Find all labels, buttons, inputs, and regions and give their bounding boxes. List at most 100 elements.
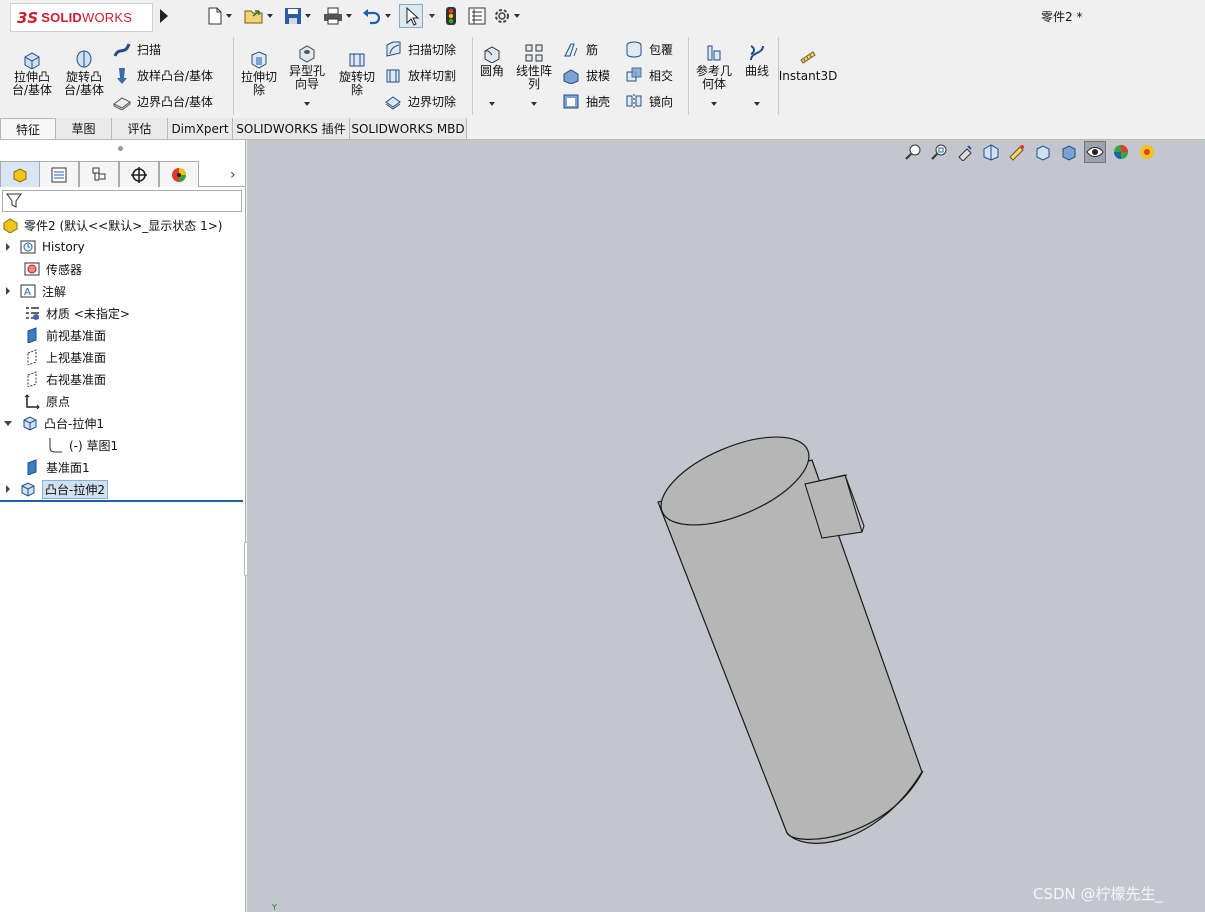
ribbon-separator (233, 37, 234, 115)
rollback-bar[interactable] (0, 500, 243, 502)
tab-features[interactable]: 特征 (0, 118, 56, 139)
mirror-icon (626, 94, 642, 109)
hole-wizard-button[interactable]: 异型孔向导 (286, 43, 328, 91)
expand-arrow-icon (6, 287, 10, 295)
fillet-dropdown[interactable] (489, 102, 495, 106)
tree-root-part[interactable]: 零件2 (默认<<默认>_显示状态 1>) (2, 214, 222, 236)
reference-geometry-dropdown[interactable] (711, 102, 717, 106)
select-dropdown[interactable] (426, 5, 435, 27)
tree-item-boss-extrude2[interactable]: 凸台-拉伸2 (6, 478, 108, 500)
tab-sketch[interactable]: 草图 (56, 118, 112, 139)
draft-button[interactable]: 拔模 (562, 64, 610, 86)
rib-button[interactable]: 筋 (562, 38, 598, 60)
ribbon-separator (688, 37, 689, 115)
save-button[interactable] (284, 5, 311, 27)
sketch-icon (49, 438, 62, 453)
reference-geometry-button[interactable]: 参考几何体 (694, 43, 734, 91)
expand-arrow-icon (6, 485, 10, 493)
tab-addins[interactable]: SOLIDWORKS 插件 (233, 118, 350, 139)
model-canvas (649, 419, 924, 844)
tree-item-history[interactable]: History (6, 236, 85, 258)
loft-cut-button[interactable]: 放样切割 (384, 64, 456, 86)
boundary-cut-icon (385, 96, 401, 110)
plane-outline-icon (27, 371, 37, 387)
configuration-manager-tab[interactable] (79, 161, 119, 187)
command-manager-tabs: 特征 草图 评估 DimXpert SOLIDWORKS 插件 SOLIDWOR… (0, 117, 1205, 140)
extrude-boss-button[interactable]: 拉伸凸台/基体 (10, 49, 54, 97)
file-properties-button[interactable] (468, 5, 486, 27)
sweep-button[interactable]: 扫描 (113, 38, 161, 60)
graphics-viewport[interactable]: Y CSDN @柠檬先生_ (247, 140, 1205, 912)
curves-dropdown[interactable] (754, 102, 760, 106)
open-button[interactable] (244, 5, 273, 27)
new-document-button[interactable] (207, 5, 232, 27)
linear-pattern-button[interactable]: 线性阵列 (514, 43, 554, 91)
instant3d-button[interactable]: Instant3D (779, 48, 837, 83)
title-bar: 3S SOLIDWORKS 零件2 * (0, 0, 1205, 33)
origin-icon (24, 394, 40, 409)
dimxpert-manager-tab[interactable] (119, 161, 159, 187)
loft-boss-button[interactable]: 放样凸台/基体 (113, 64, 213, 86)
draft-icon (563, 69, 579, 84)
sweep-cut-icon (386, 41, 401, 57)
tree-item-plane1[interactable]: 基准面1 (24, 456, 90, 478)
shell-icon (563, 94, 579, 109)
print-button[interactable] (323, 5, 352, 27)
logo-wordmark: SOLIDWORKS (41, 10, 133, 25)
select-tool-button[interactable] (399, 4, 423, 28)
revolve-cut-icon (349, 53, 365, 67)
crosshair-icon (131, 166, 147, 183)
mirror-button[interactable]: 镜向 (625, 90, 673, 112)
revolve-boss-button[interactable]: 旋转凸台/基体 (62, 49, 106, 97)
panel-tabs: › (0, 161, 246, 187)
tree-item-origin[interactable]: 原点 (24, 390, 70, 412)
intersect-button[interactable]: 相交 (625, 64, 673, 86)
curves-button[interactable]: 曲线 (742, 43, 772, 78)
undo-button[interactable] (362, 5, 391, 27)
boundary-boss-button[interactable]: 边界凸台/基体 (113, 90, 213, 112)
rib-icon (564, 43, 578, 57)
plane-icon (27, 459, 37, 475)
expand-menu-arrow-icon[interactable] (160, 9, 168, 23)
boundary-cut-button[interactable]: 边界切除 (384, 90, 456, 112)
extrude-boss-icon (24, 52, 40, 69)
rebuild-button[interactable] (444, 5, 458, 27)
history-icon (20, 240, 36, 254)
panel-grip-handle[interactable] (118, 146, 123, 151)
tree-item-material[interactable]: 材质 <未指定> (24, 302, 130, 324)
shell-button[interactable]: 抽壳 (562, 90, 610, 112)
collapse-arrow-icon (4, 420, 12, 426)
tree-item-annotations[interactable]: A 注解 (6, 280, 66, 302)
wrap-button[interactable]: 包覆 (625, 38, 673, 60)
new-document-icon (208, 7, 222, 25)
tree-item-top-plane[interactable]: 上视基准面 (24, 346, 106, 368)
loft-boss-icon (117, 68, 127, 84)
extrude-cut-button[interactable]: 拉伸切除 (238, 49, 280, 97)
options-button[interactable] (493, 5, 520, 27)
tree-item-right-plane[interactable]: 右视基准面 (24, 368, 106, 390)
fillet-button[interactable]: 圆角 (477, 43, 507, 78)
linear-pattern-dropdown[interactable] (531, 102, 537, 106)
tree-item-sensors[interactable]: 传感器 (24, 258, 82, 280)
feature-tree-tab[interactable] (0, 161, 40, 187)
ds-logo-mark: 3S (17, 8, 39, 27)
save-icon (285, 8, 301, 24)
property-manager-tab[interactable] (39, 161, 79, 187)
tree-item-sketch1[interactable]: (-) 草图1 (47, 434, 118, 456)
display-manager-tab[interactable] (159, 161, 199, 187)
tree-item-front-plane[interactable]: 前视基准面 (24, 324, 106, 346)
configuration-manager-icon (92, 167, 106, 180)
tree-filter-input[interactable] (2, 190, 242, 212)
sweep-cut-button[interactable]: 扫描切除 (384, 38, 456, 60)
extrude-feature-icon (23, 416, 37, 431)
hole-wizard-dropdown[interactable] (304, 102, 310, 106)
cylinder-body[interactable] (649, 419, 924, 844)
tree-item-boss-extrude1[interactable]: 凸台-拉伸1 (4, 412, 104, 434)
tab-evaluate[interactable]: 评估 (112, 118, 168, 139)
revolve-cut-button[interactable]: 旋转切除 (336, 49, 378, 97)
panel-more-arrow[interactable]: › (230, 167, 236, 183)
solidworks-logo[interactable]: 3S SOLIDWORKS (10, 3, 153, 32)
tab-dimxpert[interactable]: DimXpert (168, 118, 233, 139)
options-gear-icon (495, 9, 509, 23)
tab-mbd[interactable]: SOLIDWORKS MBD (350, 118, 467, 139)
